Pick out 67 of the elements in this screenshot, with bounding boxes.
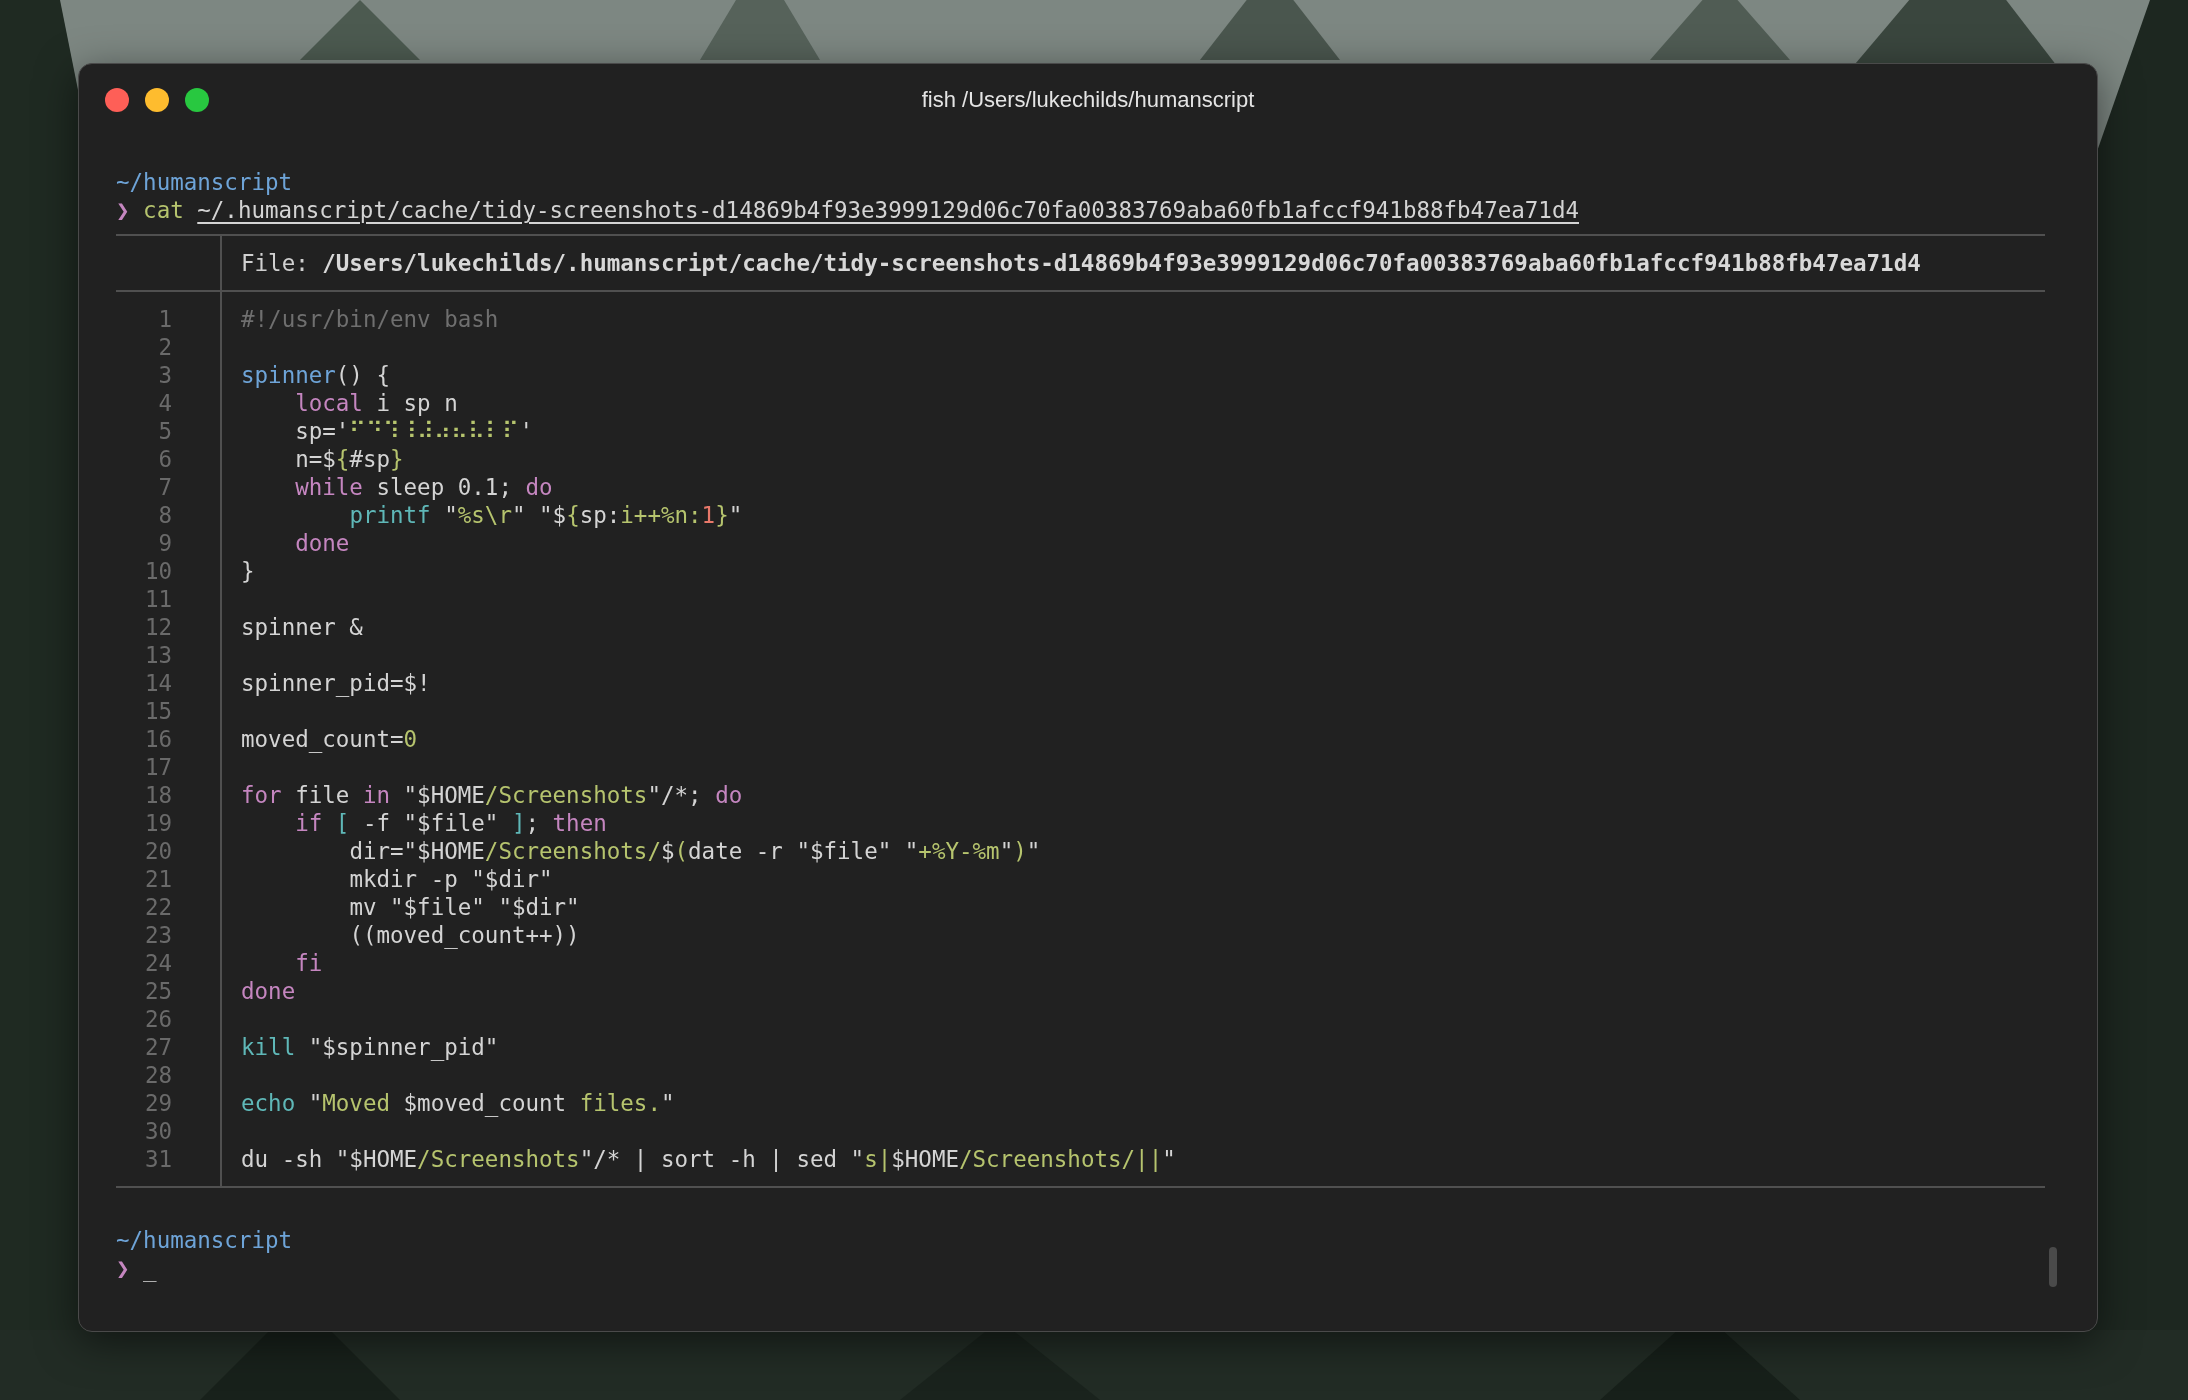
line-number: 13: [144, 641, 172, 669]
line-number: 20: [144, 837, 172, 865]
line-number: 15: [144, 697, 172, 725]
prompt-path: ~/humanscript: [116, 1226, 293, 1254]
code-line: n=${#sp}: [295, 445, 404, 473]
line-number: 12: [144, 613, 172, 641]
code-line: echo "Moved $moved_count files.": [241, 1089, 675, 1117]
line-number: 23: [144, 921, 172, 949]
line-number: 29: [144, 1089, 172, 1117]
code-line: du -sh "$HOME/Screenshots"/* | sort -h | sed "s|$HOME/Screenshots/||": [241, 1145, 1176, 1173]
line-number: 10: [144, 557, 172, 585]
line-number: 22: [144, 893, 172, 921]
line-number: 6: [158, 445, 172, 473]
line-number: 24: [144, 949, 172, 977]
close-button[interactable]: [105, 88, 129, 112]
code-line: moved_count=0: [241, 725, 418, 753]
code-line: printf "%s\r" "${sp:i++%n:1}": [349, 501, 743, 529]
code-line: done: [241, 977, 296, 1005]
code-line: for file in "$HOME/Screenshots"/*; do: [241, 781, 743, 809]
code-line: #!/usr/bin/env bash: [241, 305, 499, 333]
line-number: 4: [158, 389, 172, 417]
line-number: 3: [158, 361, 172, 389]
line-number: 18: [144, 781, 172, 809]
line-number: 2: [158, 333, 172, 361]
line-number: 5: [158, 417, 172, 445]
line-number: 30: [144, 1117, 172, 1145]
window-title: fish /Users/lukechilds/humanscript: [921, 87, 1255, 113]
command-argument: ~/.humanscript/cache/tidy-screenshots-d14869b4f93e3999129d06c70fa00383769aba60fb1afccf941b88fb47ea71d4: [197, 196, 1579, 224]
text-cursor: _: [143, 1254, 157, 1282]
prompt-arrow: ❯: [116, 1254, 130, 1282]
file-header: File: /Users/lukechilds/.humanscript/cache/tidy-screenshots-d14869b4f93e3999129d06c70fa00383769aba60fb1afccf941b88fb47ea71d4: [240, 250, 1921, 276]
line-number: 21: [144, 865, 172, 893]
prompt-path: ~/humanscript: [116, 168, 293, 196]
code-line: }: [241, 557, 255, 585]
line-number: 27: [144, 1033, 172, 1061]
code-line: kill "$spinner_pid": [241, 1033, 499, 1061]
prompt-arrow: ❯: [116, 196, 130, 224]
code-line: local i sp n: [295, 389, 458, 417]
line-number: 14: [144, 669, 172, 697]
line-number: 19: [144, 809, 172, 837]
code-line: spinner_pid=$!: [241, 669, 431, 697]
code-line: if [ -f "$file" ]; then: [295, 809, 607, 837]
code-line: spinner &: [241, 613, 363, 641]
scrollbar[interactable]: [2049, 1247, 2057, 1287]
code-line: while sleep 0.1; do: [295, 473, 553, 501]
line-number: 1: [158, 305, 172, 333]
line-number: 25: [144, 977, 172, 1005]
command-name: cat: [143, 196, 184, 224]
code-line: sp='⠋⠙⠹⠸⠼⠴⠦⠧⠇⠏': [295, 417, 533, 445]
line-number: 11: [144, 585, 172, 613]
line-number: 9: [158, 529, 172, 557]
line-number: 28: [144, 1061, 172, 1089]
code-line: mkdir -p "$dir": [349, 865, 553, 893]
line-number: 17: [144, 753, 172, 781]
line-number: 16: [144, 725, 172, 753]
line-number: 31: [144, 1145, 172, 1173]
code-line: dir="$HOME/Screenshots/$(date -r "$file" "+%Y-%m")": [349, 837, 1041, 865]
zoom-button[interactable]: [185, 88, 209, 112]
line-number: 26: [144, 1005, 172, 1033]
line-number: 8: [158, 501, 172, 529]
code-line: ((moved_count++)): [349, 921, 580, 949]
code-line: done: [295, 529, 350, 557]
code-line: spinner() {: [241, 361, 390, 389]
line-number: 7: [158, 473, 172, 501]
minimize-button[interactable]: [145, 88, 169, 112]
code-line: mv "$file" "$dir": [349, 893, 580, 921]
code-line: fi: [295, 949, 323, 977]
